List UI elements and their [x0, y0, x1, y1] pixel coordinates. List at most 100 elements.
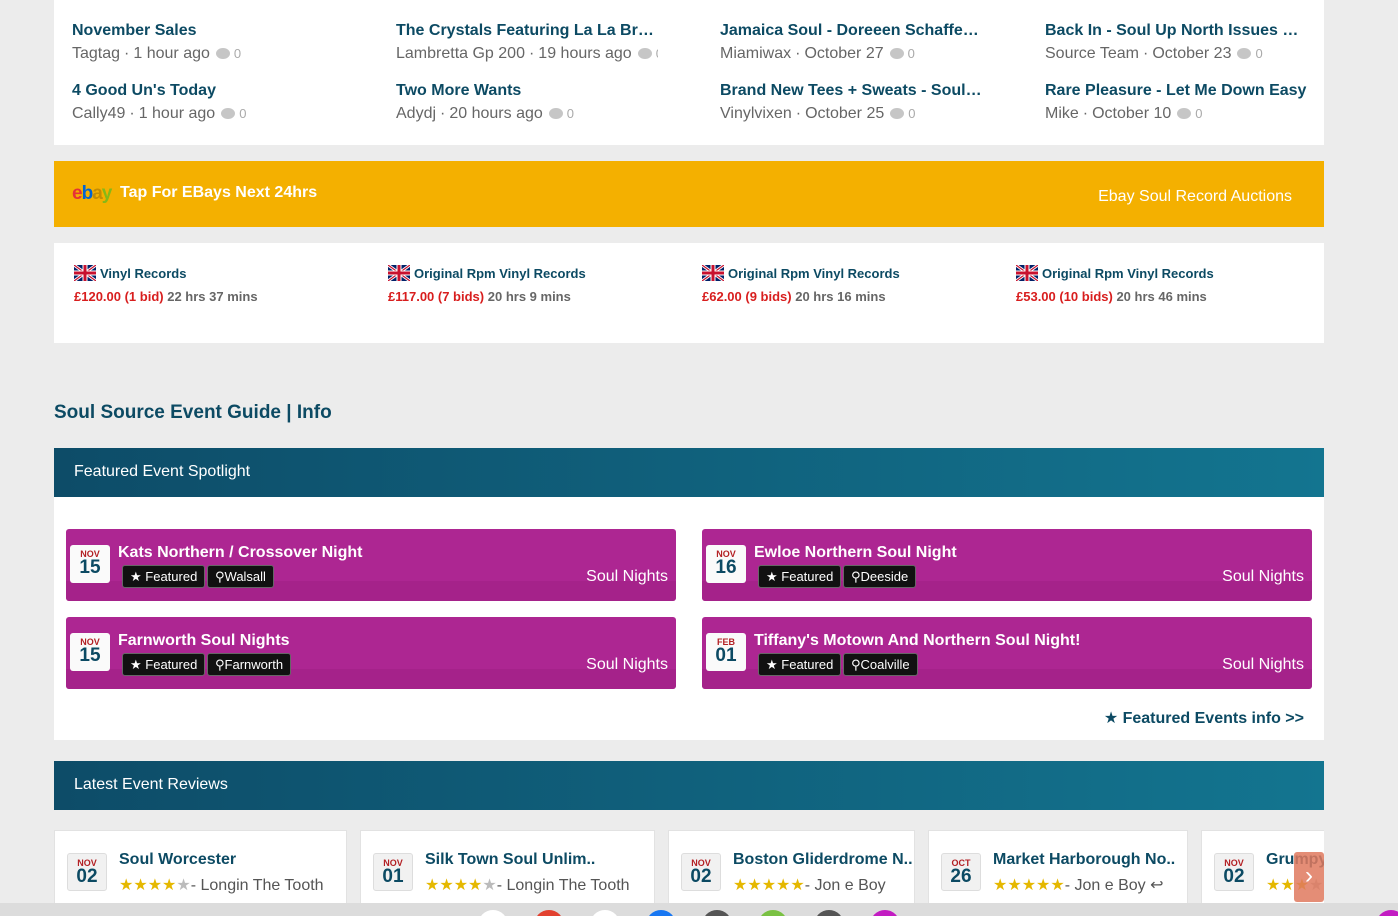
event-title[interactable]: Farnworth Soul Nights	[118, 632, 290, 650]
topic-time: 1 hour ago	[133, 45, 210, 62]
featured-event-card[interactable]: FEB 01 Tiffany's Motown And Northern Soul…	[702, 617, 1312, 689]
event-date: NOV 15	[70, 633, 110, 671]
topic-title[interactable]: November Sales	[72, 22, 342, 40]
star-icon: ★	[176, 877, 191, 894]
review-day: 01	[382, 866, 404, 887]
ebay-banner: ebay Tap For EBays Next 24hrs Ebay Soul …	[54, 161, 1324, 227]
comment-count: 0	[1177, 106, 1203, 121]
topic-author[interactable]: Lambretta Gp 200	[396, 45, 525, 62]
map-marker-icon: ⚲	[215, 657, 225, 672]
map-marker-icon: ⚲	[851, 657, 861, 672]
latest-reviews-title[interactable]: Latest Event Reviews	[74, 776, 228, 794]
star-icon: ★	[147, 877, 163, 894]
auction-category[interactable]: Vinyl Records	[100, 266, 186, 281]
event-title[interactable]: Ewloe Northern Soul Night	[754, 544, 957, 562]
review-title[interactable]: Silk Town Soul Unlim..	[425, 851, 595, 869]
featured-badge-label: Featured	[145, 657, 198, 672]
review-author[interactable]: - Longin The Tooth	[191, 877, 324, 894]
star-icon: ★	[468, 877, 483, 894]
topic-title[interactable]: Rare Pleasure - Let Me Down Easy	[1045, 82, 1307, 100]
comment-count-value: 0	[1255, 46, 1263, 61]
event-guide-heading[interactable]: Soul Source Event Guide | Info	[54, 402, 332, 424]
comment-count: 0	[215, 46, 241, 61]
topic-author[interactable]: Source Team	[1045, 45, 1139, 62]
review-author[interactable]: - Longin The Tooth	[497, 877, 630, 894]
topic-title[interactable]: The Crystals Featuring La La Brooks	[396, 22, 658, 40]
topic-author[interactable]: Miamiwax	[720, 45, 791, 62]
auction-category[interactable]: Original Rpm Vinyl Records	[414, 266, 586, 281]
comment-count-value: 0	[656, 46, 658, 61]
uk-flag-icon	[1016, 265, 1038, 281]
auction-category[interactable]: Original Rpm Vinyl Records	[1042, 266, 1214, 281]
topic-author[interactable]: Adydj	[396, 105, 436, 122]
star-icon: ★	[761, 877, 777, 894]
auction-item[interactable]: Original Rpm Vinyl Records £53.00 (10 bi…	[1016, 265, 1316, 304]
review-title[interactable]: Soul Worcester	[119, 851, 236, 869]
reply-icon[interactable]: ↩	[1150, 877, 1163, 894]
topic-item[interactable]: Back In - Soul Up North Issues 121-125 S…	[1045, 22, 1307, 63]
auction-item[interactable]: Vinyl Records £120.00 (1 bid) 22 hrs 37 …	[74, 265, 374, 304]
featured-events-panel: NOV 15 Kats Northern / Crossover Night ★ …	[54, 497, 1324, 740]
location-label: Farnworth	[224, 657, 284, 672]
topic-author[interactable]: Cally49	[72, 105, 125, 122]
location-badge[interactable]: ⚲Farnworth	[207, 653, 292, 676]
map-marker-icon: ⚲	[215, 569, 225, 584]
topic-time: October 23	[1152, 45, 1232, 62]
topic-item[interactable]: Brand New Tees + Sweats - Soul Design Vi…	[720, 82, 982, 123]
review-date: NOV 01	[373, 853, 413, 891]
event-title[interactable]: Kats Northern / Crossover Night	[118, 544, 362, 562]
topic-title[interactable]: 4 Good Un's Today	[72, 82, 342, 100]
topic-meta: Vinylvixen · October 25 0	[720, 105, 916, 122]
star-icon: ★	[776, 877, 791, 894]
featured-event-card[interactable]: NOV 15 Kats Northern / Crossover Night ★ …	[66, 529, 676, 601]
topic-item[interactable]: 4 Good Un's Today Cally49 · 1 hour ago 0	[72, 82, 342, 123]
topic-title[interactable]: Two More Wants	[396, 82, 658, 100]
comment-count: 0	[890, 106, 915, 121]
auction-item[interactable]: Original Rpm Vinyl Records £117.00 (7 bi…	[388, 265, 688, 304]
star-icon: ★	[1280, 877, 1295, 894]
event-category[interactable]: Soul Nights	[1222, 568, 1304, 586]
star-icon: ★	[482, 877, 497, 894]
review-author[interactable]: - Jon e Boy	[805, 877, 886, 894]
topic-item[interactable]: The Crystals Featuring La La Brooks Lamb…	[396, 22, 658, 63]
rating-stars: ★★★★★	[733, 877, 805, 894]
topic-item[interactable]: Jamaica Soul - Doreeen Schaffer - Please…	[720, 22, 982, 63]
auction-time-left: 22 hrs 37 mins	[167, 289, 258, 304]
topic-meta: Miamiwax · October 27 0	[720, 45, 915, 62]
location-label: Coalville	[860, 657, 910, 672]
comments-icon	[889, 48, 904, 59]
topic-author[interactable]: Tagtag	[72, 45, 120, 62]
featured-spotlight-title[interactable]: Featured Event Spotlight	[74, 463, 250, 481]
location-badge[interactable]: ⚲Walsall	[207, 565, 274, 588]
review-day: 26	[950, 866, 972, 887]
topic-title[interactable]: Jamaica Soul - Doreeen Schaffer - Please…	[720, 22, 982, 40]
event-category[interactable]: Soul Nights	[586, 568, 668, 586]
topic-title[interactable]: Back In - Soul Up North Issues 121-125	[1045, 22, 1307, 40]
topic-author[interactable]: Vinylvixen	[720, 105, 792, 122]
carousel-next-button[interactable]: ›	[1294, 852, 1324, 902]
review-author[interactable]: - Jon e Boy	[1065, 877, 1146, 894]
topic-author[interactable]: Mike	[1045, 105, 1079, 122]
auction-category[interactable]: Original Rpm Vinyl Records	[728, 266, 900, 281]
auction-item[interactable]: Original Rpm Vinyl Records £62.00 (9 bid…	[702, 265, 1002, 304]
event-category[interactable]: Soul Nights	[586, 656, 668, 674]
topic-item[interactable]: November Sales Tagtag · 1 hour ago 0	[72, 22, 342, 63]
featured-badge-label: Featured	[781, 657, 834, 672]
topic-item[interactable]: Rare Pleasure - Let Me Down Easy Mike · Oc…	[1045, 82, 1307, 123]
event-category[interactable]: Soul Nights	[1222, 656, 1304, 674]
review-title[interactable]: Market Harborough No..	[993, 851, 1175, 869]
star-icon: ★	[133, 877, 148, 894]
ebay-auctions-link[interactable]: Ebay Soul Record Auctions	[1098, 188, 1292, 206]
event-title[interactable]: Tiffany's Motown And Northern Soul Night…	[754, 632, 1080, 650]
topic-title[interactable]: Brand New Tees + Sweats - Soul Design	[720, 82, 982, 100]
location-badge[interactable]: ⚲Coalville	[843, 653, 918, 676]
location-badge[interactable]: ⚲Deeside	[843, 565, 917, 588]
event-day: 16	[715, 557, 737, 578]
auction-price-line: £117.00 (7 bids) 20 hrs 9 mins	[388, 289, 688, 304]
featured-event-card[interactable]: NOV 16 Ewloe Northern Soul Night ★ Featur…	[702, 529, 1312, 601]
featured-event-card[interactable]: NOV 15 Farnworth Soul Nights ★ Featured ⚲…	[66, 617, 676, 689]
comment-count: 0	[637, 46, 658, 61]
topic-item[interactable]: Two More Wants Adydj · 20 hours ago 0	[396, 82, 658, 123]
featured-events-info-link[interactable]: ★ Featured Events info >>	[1104, 708, 1304, 728]
review-title[interactable]: Boston Gliderdrome N..	[733, 851, 913, 869]
